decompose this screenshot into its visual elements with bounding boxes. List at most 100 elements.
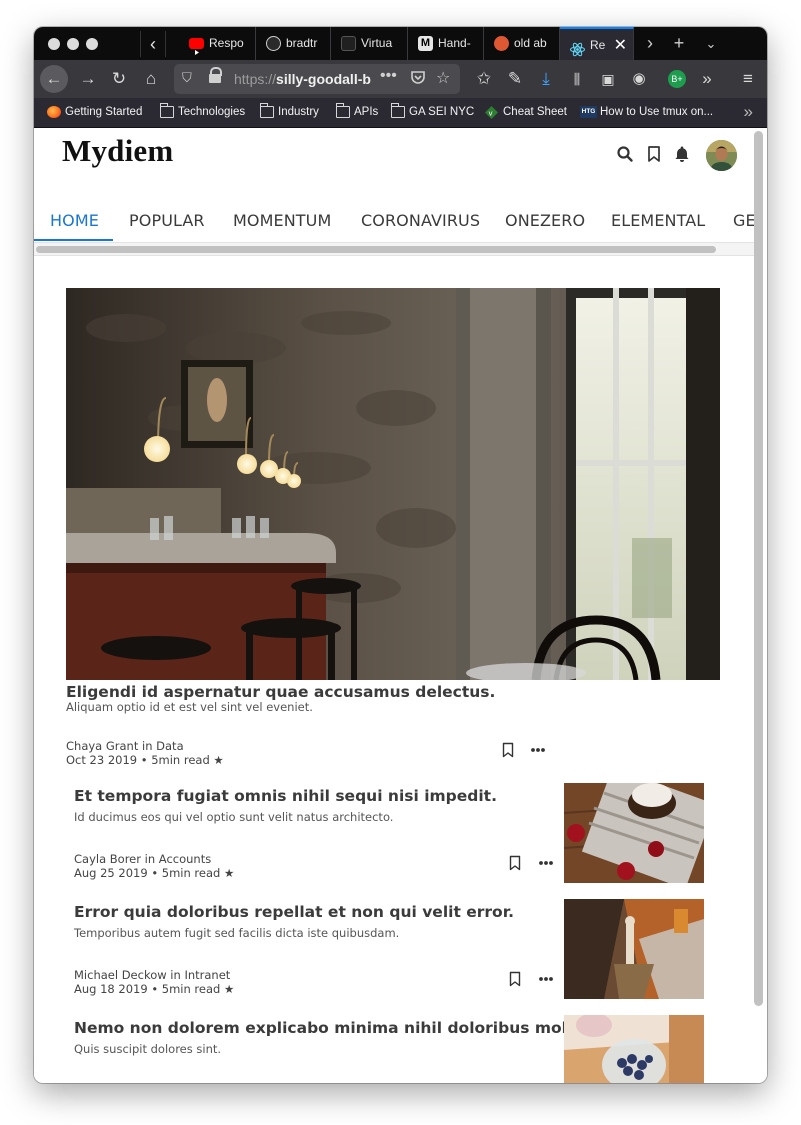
tab-duckduckgo[interactable]: old ab — [484, 27, 560, 60]
tab-label: Respo — [209, 36, 244, 50]
close-window-button[interactable] — [48, 38, 60, 50]
tab-strip: ‹ Respo bradtr Virtua M Hand- old ab Re … — [34, 27, 767, 60]
wrench-icon[interactable]: ✎ — [501, 65, 529, 93]
notifications-bell-icon[interactable] — [672, 144, 692, 164]
tabs-scroll-left-button[interactable]: ‹ — [140, 31, 166, 57]
article-date: Aug 18 2019 • 5min read ★ — [74, 982, 235, 996]
bookmarks-toolbar: Getting Started Technologies Industry AP… — [34, 98, 767, 128]
app-icon — [341, 36, 356, 51]
new-tab-button[interactable]: + — [667, 27, 691, 60]
tab-label: old ab — [514, 36, 547, 50]
bookmark-getting-started[interactable]: Getting Started — [47, 106, 142, 118]
close-tab-icon[interactable]: ✕ — [614, 29, 627, 60]
bookmark-icon[interactable] — [507, 971, 523, 987]
extension-star-icon[interactable]: ✩ — [470, 65, 498, 93]
sidebar-icon[interactable]: ▣ — [594, 65, 622, 93]
bookmark-star-icon[interactable]: ☆ — [436, 68, 450, 88]
github-icon — [266, 36, 281, 51]
more-options-icon[interactable] — [530, 742, 546, 758]
navigation-toolbar: ← → ↻ ⌂ ⛉ https://silly-goodall-b ••• ☆ … — [34, 60, 767, 98]
bookmarks-icon[interactable] — [644, 144, 664, 164]
maximize-window-button[interactable] — [86, 38, 98, 50]
article-thumbnail[interactable] — [564, 1015, 704, 1083]
bookmark-technologies[interactable]: Technologies — [160, 103, 245, 118]
article-title[interactable]: Error quia doloribus repellat et non qui… — [74, 903, 514, 921]
back-button[interactable]: ← — [40, 65, 68, 93]
category-nav: HOME POPULAR MOMENTUM CORONAVIRUS ONEZER… — [34, 198, 767, 242]
hero-title[interactable]: Eligendi id aspernatur quae accusamus de… — [66, 683, 495, 701]
hero-image[interactable] — [66, 288, 720, 680]
search-icon[interactable] — [615, 144, 635, 164]
bookmark-apis[interactable]: APIs — [336, 103, 378, 118]
bookmark-icon[interactable] — [507, 855, 523, 871]
tab-label: bradtr — [286, 36, 318, 50]
tab-react-active[interactable]: Re ✕ — [560, 27, 634, 60]
forward-button[interactable]: → — [74, 65, 102, 93]
bookmark-cheat-sheet[interactable]: v Cheat Sheet — [485, 106, 567, 119]
htg-icon: HTG — [580, 106, 597, 118]
downloads-icon[interactable]: ⤓ — [532, 65, 560, 93]
url-text[interactable]: https://silly-goodall-b — [234, 71, 376, 87]
nav-popular[interactable]: POPULAR — [129, 198, 205, 240]
reload-button[interactable]: ↻ — [105, 65, 133, 93]
article-date: Aug 25 2019 • 5min read ★ — [74, 866, 235, 880]
bookmark-ga-sei-nyc[interactable]: GA SEI NYC — [391, 103, 474, 118]
tab-virtual[interactable]: Virtua — [331, 27, 408, 60]
bookmark-icon[interactable] — [500, 742, 516, 758]
article-subtitle: Id ducimus eos qui vel optio sunt velit … — [74, 810, 394, 824]
article-subtitle: Temporibus autem fugit sed facilis dicta… — [74, 926, 400, 940]
nav-horizontal-scrollbar[interactable] — [34, 242, 758, 256]
nav-coronavirus[interactable]: CORONAVIRUS — [361, 198, 480, 240]
tracking-protection-shield-icon[interactable]: ⛉ — [182, 70, 192, 86]
folder-icon — [336, 103, 350, 118]
page-viewport: Mydiem HOME POPULAR MOMENTUM CORONAVIRUS — [34, 128, 767, 1083]
nav-elemental[interactable]: ELEMENTAL — [611, 198, 705, 240]
firefox-icon — [47, 106, 61, 118]
youtube-icon — [189, 38, 204, 55]
hero-author[interactable]: Chaya Grant in Data — [66, 739, 184, 753]
m-icon: M — [418, 36, 433, 51]
tab-handlebars[interactable]: M Hand- — [408, 27, 484, 60]
library-icon[interactable]: ⫼ — [563, 65, 591, 93]
list-all-tabs-button[interactable]: ⌄ — [699, 27, 723, 60]
nav-active-indicator — [34, 239, 113, 241]
site-logo[interactable]: Mydiem — [62, 133, 173, 169]
more-options-icon[interactable] — [538, 971, 554, 987]
article-title[interactable]: Et tempora fugiat omnis nihil sequi nisi… — [74, 787, 497, 805]
tab-youtube[interactable]: Respo — [179, 27, 256, 60]
overflow-menu-icon[interactable]: » — [693, 65, 721, 93]
tabs-scroll-right-button[interactable]: › — [638, 27, 662, 60]
article-thumbnail[interactable] — [564, 899, 704, 999]
page-actions-icon[interactable]: ••• — [380, 67, 397, 85]
hamburger-menu-icon[interactable]: ≡ — [734, 65, 762, 93]
article-author[interactable]: Michael Deckow in Intranet — [74, 968, 230, 982]
user-avatar[interactable] — [706, 140, 737, 171]
pocket-icon[interactable] — [410, 69, 426, 88]
nav-more-truncated[interactable]: GE — [733, 198, 756, 240]
more-options-icon[interactable] — [538, 855, 554, 871]
bookmark-industry[interactable]: Industry — [260, 103, 319, 118]
folder-icon — [160, 103, 174, 118]
article-subtitle: Quis suscipit dolores sint. — [74, 1042, 222, 1056]
url-bar[interactable]: ⛉ https://silly-goodall-b ••• ☆ — [174, 64, 460, 94]
nav-onezero[interactable]: ONEZERO — [505, 198, 585, 240]
home-button[interactable]: ⌂ — [137, 65, 165, 93]
nav-momentum[interactable]: MOMENTUM — [233, 198, 331, 240]
article-title[interactable]: Nemo non dolorem explicabo minima nihil … — [74, 1019, 607, 1037]
nav-scrollbar-thumb[interactable] — [36, 246, 716, 253]
bookmark-tmux[interactable]: HTG How to Use tmux on... — [580, 106, 713, 118]
browser-window: ‹ Respo bradtr Virtua M Hand- old ab Re … — [34, 27, 767, 1083]
page-vertical-scrollbar[interactable] — [754, 131, 763, 1006]
account-icon[interactable]: ◉ — [625, 65, 653, 93]
vim-icon: v — [485, 106, 499, 119]
hero-date: Oct 23 2019 • 5min read ★ — [66, 753, 224, 767]
article-thumbnail[interactable] — [564, 783, 704, 883]
more-bookmarks-icon[interactable]: » — [744, 102, 753, 122]
minimize-window-button[interactable] — [67, 38, 79, 50]
hero-subtitle: Aliquam optio id et est vel sint vel eve… — [66, 700, 313, 714]
nav-home[interactable]: HOME — [50, 198, 99, 240]
tab-github[interactable]: bradtr — [256, 27, 331, 60]
lock-icon[interactable] — [209, 67, 222, 83]
addon-badge-icon[interactable]: B+ — [668, 70, 686, 88]
article-author[interactable]: Cayla Borer in Accounts — [74, 852, 211, 866]
